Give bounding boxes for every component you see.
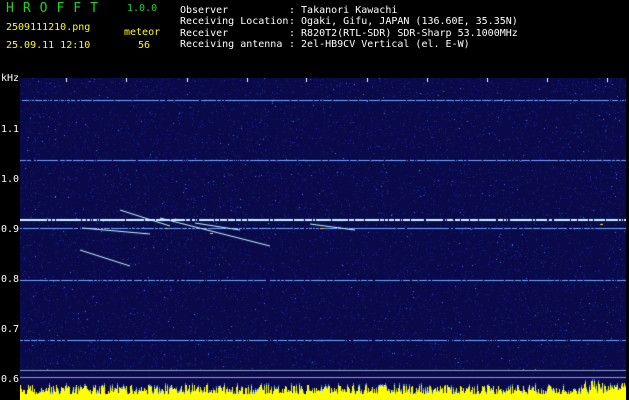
y-tick-label: 1.0 xyxy=(1,174,20,185)
receiver-value: : R820T2(RTL-SDR) SDR-Sharp 53.1000MHz xyxy=(289,28,518,39)
observer-label: Observer xyxy=(180,5,229,16)
observer-value: : Takanori Kawachi xyxy=(289,5,398,16)
spectrogram-canvas xyxy=(20,78,626,400)
antenna-label: Receiving antenna xyxy=(180,39,283,50)
location-label: Receiving Location xyxy=(180,16,289,27)
app-version: 1.0.0 xyxy=(127,3,158,14)
frequency-unit-label: kHz xyxy=(1,73,20,84)
y-tick-label: 0.6 xyxy=(1,374,20,385)
meteor-count: 56 xyxy=(138,40,151,51)
y-tick-label: 0.8 xyxy=(1,274,20,285)
y-tick-label: 0.7 xyxy=(1,324,20,335)
y-tick-label: 1.1 xyxy=(1,124,20,135)
antenna-value: : 2el-HB9CV Vertical (el. E-W) xyxy=(289,39,470,50)
detection-kind: meteor xyxy=(124,27,161,38)
hrofft-window: HROFFT 1.0.0 2509111210.png meteor 25.09… xyxy=(0,0,629,400)
y-tick-label: 0.9 xyxy=(1,224,20,235)
capture-filename: 2509111210.png xyxy=(6,22,91,33)
spectrogram xyxy=(20,78,626,400)
location-value: : Ogaki, Gifu, JAPAN (136.60E, 35.35N) xyxy=(289,16,518,27)
app-brand: HROFFT xyxy=(6,1,107,16)
receiver-label: Receiver xyxy=(180,28,229,39)
capture-timestamp: 25.09.11 12:10 xyxy=(6,40,91,51)
